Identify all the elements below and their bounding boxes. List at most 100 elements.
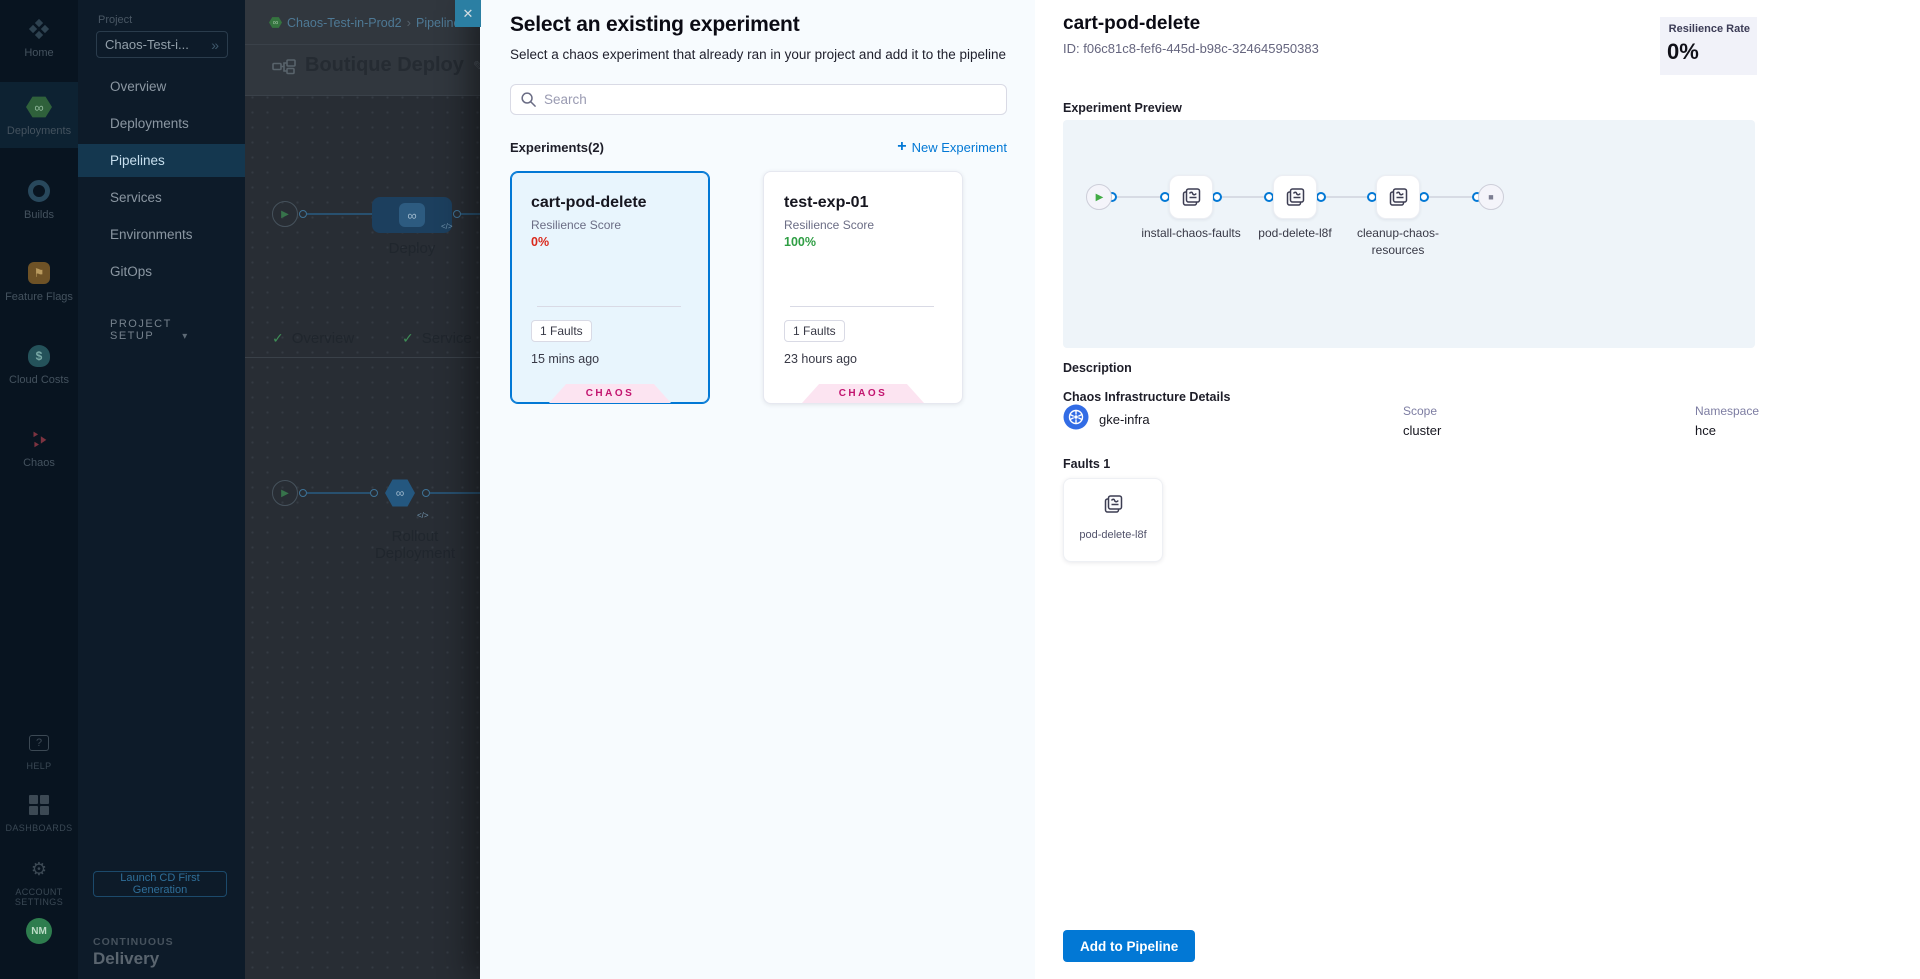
sidebar-item-home[interactable]: Home xyxy=(0,16,78,60)
dialog-title: Select an existing experiment xyxy=(510,13,799,37)
sidebar-item-feature-flags[interactable]: ⚑ Feature Flags xyxy=(0,260,78,304)
sidebar-item-cloud-costs[interactable]: $ Cloud Costs xyxy=(0,343,78,387)
search-box xyxy=(510,84,1007,115)
nav-item-deployments[interactable]: Deployments xyxy=(78,107,245,140)
infrastructure-heading: Chaos Infrastructure Details xyxy=(1063,390,1230,404)
stage-label: Deploy xyxy=(372,240,452,257)
sidebar-item-help[interactable]: ? HELP xyxy=(0,730,78,771)
dashboards-icon xyxy=(0,792,78,818)
namespace-field: Namespace hce xyxy=(1695,404,1759,438)
launch-cd-first-gen-button[interactable]: Launch CD First Generation xyxy=(93,871,227,897)
project-nav: Project Chaos-Test-i... » Overview Deplo… xyxy=(78,0,245,979)
fault-step-icon xyxy=(1283,185,1307,209)
nav-item-gitops[interactable]: GitOps xyxy=(78,255,245,288)
search-icon xyxy=(520,91,537,108)
nav-item-environments[interactable]: Environments xyxy=(78,218,245,251)
stage-start-node[interactable]: ▶ xyxy=(272,201,298,227)
fault-step-icon xyxy=(1386,185,1410,209)
tab-overview[interactable]: ✓Overview xyxy=(272,330,354,347)
cd-stage-icon: ∞ xyxy=(399,203,425,227)
experiment-picker-panel: Select an existing experiment Select a c… xyxy=(480,0,1035,979)
select-experiment-dialog: Select an existing experiment Select a c… xyxy=(480,0,1920,979)
expand-icon: » xyxy=(211,37,219,53)
experiment-card-test-exp-01[interactable]: test-exp-01 Resilience Score 100% 1 Faul… xyxy=(763,171,963,404)
preview-node-install-chaos-faults[interactable] xyxy=(1169,175,1213,219)
pipeline-graph-icon xyxy=(272,58,296,81)
preview-start-node[interactable]: ▶ xyxy=(1086,184,1112,210)
project-label: Project xyxy=(98,14,132,26)
close-icon[interactable]: ✕ xyxy=(455,0,481,27)
rollout-step-icon[interactable]: ∞ xyxy=(385,478,415,508)
fault-card-pod-delete[interactable]: pod-delete-l8f xyxy=(1063,478,1163,562)
experiments-count-heading: Experiments(2) xyxy=(510,140,604,155)
last-run-time: 15 mins ago xyxy=(531,352,599,366)
sidebar-item-deployments[interactable]: ∞ Deployments xyxy=(0,82,78,148)
scope-field: Scope cluster xyxy=(1403,404,1441,438)
chaos-module-tag: CHAOS xyxy=(802,384,924,403)
breadcrumb[interactable]: ∞ Chaos-Test-in-Prod2 › Pipelines › xyxy=(269,15,476,30)
fault-step-icon xyxy=(1179,185,1203,209)
preview-heading: Experiment Preview xyxy=(1063,101,1182,115)
pipeline-studio-background: ∞ Chaos-Test-in-Prod2 › Pipelines › Bout… xyxy=(245,0,480,979)
avatar: NM xyxy=(26,918,52,944)
sidebar-item-dashboards[interactable]: DASHBOARDS xyxy=(0,792,78,833)
project-selector[interactable]: Chaos-Test-i... » xyxy=(96,31,228,58)
fault-icon xyxy=(1101,492,1125,516)
user-avatar[interactable]: NM xyxy=(0,918,78,949)
preview-node-pod-delete[interactable] xyxy=(1273,175,1317,219)
chevron-down-icon: ▾ xyxy=(182,331,189,342)
infrastructure-name: gke-infra xyxy=(1099,412,1150,427)
play-icon: ▶ xyxy=(1096,192,1104,203)
resilience-score-value: 100% xyxy=(784,235,816,249)
module-sidebar: Home ∞ Deployments Builds ⚑ Feature Flag… xyxy=(0,0,78,979)
faults-heading: Faults 1 xyxy=(1063,457,1110,471)
pipeline-title: Boutique Deploy xyxy=(305,54,464,77)
experiment-title: cart-pod-delete xyxy=(1063,13,1200,35)
feature-flags-icon: ⚑ xyxy=(0,260,78,286)
experiment-preview: ▶ ■ install-chaos-faults pod-delete-l8f … xyxy=(1063,120,1755,348)
check-icon: ✓ xyxy=(402,330,414,346)
project-selector-value: Chaos-Test-i... xyxy=(105,37,189,52)
experiment-card-cart-pod-delete[interactable]: cart-pod-delete Resilience Score 0% 1 Fa… xyxy=(510,171,710,404)
sidebar-item-account-settings[interactable]: ⚙ ACCOUNT SETTINGS xyxy=(0,856,78,908)
kubernetes-icon xyxy=(1063,404,1089,430)
experiment-id: ID: f06c81c8-fef6-445d-b98c-324645950383 xyxy=(1063,41,1319,56)
chaos-icon xyxy=(0,426,78,452)
check-icon: ✓ xyxy=(272,330,284,346)
last-run-time: 23 hours ago xyxy=(784,352,857,366)
stop-icon: ■ xyxy=(1488,192,1493,202)
module-eyebrow: CONTINUOUS xyxy=(93,936,174,948)
resilience-score-value: 0% xyxy=(531,235,549,249)
step-label: Rollout Deployment xyxy=(360,528,470,562)
project-setup-toggle[interactable]: PROJECT SETUP▾ xyxy=(110,318,245,342)
gear-icon: ⚙ xyxy=(0,856,78,882)
breadcrumb-project: Chaos-Test-in-Prod2 xyxy=(287,16,402,30)
sidebar-item-chaos[interactable]: Chaos xyxy=(0,426,78,470)
plus-icon: + xyxy=(897,138,906,156)
nav-item-overview[interactable]: Overview xyxy=(78,70,245,103)
dialog-subtitle: Select a chaos experiment that already r… xyxy=(510,47,1006,62)
module-name: Delivery xyxy=(93,949,159,969)
nav-item-pipelines[interactable]: Pipelines xyxy=(78,144,245,177)
resilience-rate-box: Resilience Rate 0% xyxy=(1660,17,1757,75)
tab-service[interactable]: ✓Service xyxy=(402,330,472,347)
edit-pencil-icon[interactable]: ✎ xyxy=(473,58,480,75)
preview-node-cleanup[interactable] xyxy=(1376,175,1420,219)
preview-end-node[interactable]: ■ xyxy=(1478,184,1504,210)
step-start-node[interactable]: ▶ xyxy=(272,480,298,506)
faults-badge: 1 Faults xyxy=(531,320,592,342)
new-experiment-button[interactable]: + New Experiment xyxy=(897,138,1007,156)
breadcrumb-separator-icon: › xyxy=(407,15,411,30)
help-icon: ? xyxy=(0,730,78,756)
nav-item-services[interactable]: Services xyxy=(78,181,245,214)
experiment-details-panel: cart-pod-delete ID: f06c81c8-fef6-445d-b… xyxy=(1035,0,1920,979)
faults-badge: 1 Faults xyxy=(784,320,845,342)
builds-icon xyxy=(0,178,78,204)
search-input[interactable] xyxy=(544,92,997,107)
description-heading: Description xyxy=(1063,361,1132,375)
add-to-pipeline-button[interactable]: Add to Pipeline xyxy=(1063,930,1195,962)
sidebar-item-builds[interactable]: Builds xyxy=(0,178,78,222)
resilience-rate-value: 0% xyxy=(1667,39,1750,65)
home-icon xyxy=(0,16,78,42)
stage-deploy-node[interactable]: ∞ xyxy=(372,197,452,233)
